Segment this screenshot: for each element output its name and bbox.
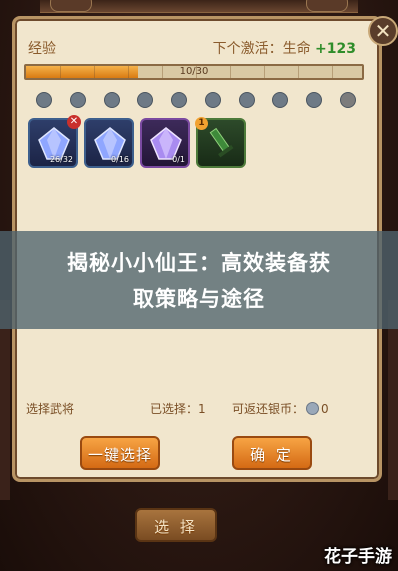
- returnable-silver-label: 可返还银币： 0: [232, 400, 329, 417]
- returnable-silver-text: 可返还银币：: [232, 402, 305, 416]
- top-frame-badge: [50, 0, 92, 12]
- overlay-title-line-2: 取策略与途径: [133, 287, 265, 311]
- exp-progress-bar: 10/30: [24, 64, 364, 80]
- green-sword-icon: [209, 127, 234, 158]
- select-button[interactable]: 选 择: [135, 508, 217, 542]
- slot-dot: [103, 92, 120, 108]
- next-activation-bonus: +123: [315, 41, 356, 57]
- returnable-silver-value: 0: [321, 402, 329, 416]
- exp-label: 经验: [28, 41, 56, 57]
- auto-select-button[interactable]: 一键选择: [80, 436, 160, 470]
- item-count: 26/32: [49, 155, 73, 164]
- slot-dot: [306, 92, 323, 108]
- site-watermark: 花子手游: [324, 547, 392, 567]
- slot-dot-row: [36, 92, 356, 110]
- top-frame-strip: [40, 0, 358, 13]
- item-slot-blue-crystal[interactable]: 0/16: [84, 118, 134, 168]
- slot-dot: [137, 92, 154, 108]
- remove-badge-icon[interactable]: ✕: [67, 115, 81, 129]
- exp-progress-text: 10/30: [179, 66, 209, 77]
- selected-count-label: 已选择：1: [150, 402, 206, 416]
- item-count: 0/16: [111, 155, 129, 164]
- silver-coin-icon: [306, 402, 320, 415]
- top-frame-badge: [306, 0, 348, 12]
- item-slot-purple-crystal[interactable]: 0/1: [140, 118, 190, 168]
- item-list: ✕ 26/32 0/16 0/1 1: [28, 115, 246, 168]
- slot-dot: [171, 92, 188, 108]
- next-activation-text: 下个激活：生命: [212, 41, 311, 57]
- next-activation-label: 下个激活：生命 +123: [213, 38, 356, 58]
- slot-dot: [69, 92, 86, 108]
- confirm-button[interactable]: 确 定: [232, 436, 312, 470]
- slot-dot: [36, 92, 52, 108]
- right-frame-border: [388, 300, 398, 500]
- level-badge-icon: 1: [195, 117, 208, 130]
- item-slot-green-sword[interactable]: 1: [195, 117, 246, 168]
- item-slot-blue-crystal[interactable]: ✕ 26/32: [28, 115, 81, 168]
- slot-dot: [272, 92, 289, 108]
- select-general-label: 选择武将: [26, 402, 75, 416]
- empty-slot-dot: [339, 92, 356, 108]
- article-title-overlay: 揭秘小小仙王：高效装备获 取策略与途径: [0, 231, 398, 329]
- slot-dot: [238, 92, 255, 108]
- left-frame-border: [0, 300, 10, 500]
- slot-dot: [204, 92, 221, 108]
- overlay-title-line-1: 揭秘小小仙王：高效装备获: [67, 251, 331, 275]
- close-icon[interactable]: ✕: [368, 16, 398, 46]
- item-count: 0/1: [172, 155, 185, 164]
